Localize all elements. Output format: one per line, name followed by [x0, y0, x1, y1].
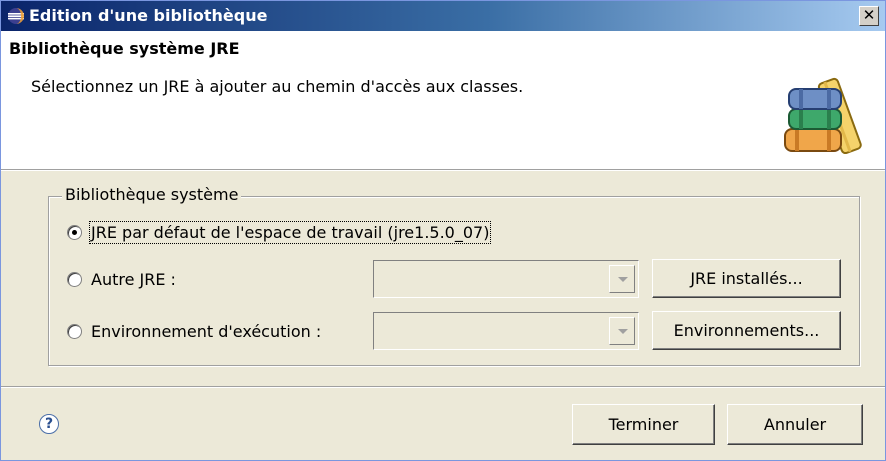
- finish-button[interactable]: Terminer: [572, 404, 715, 445]
- radio-option-default-jre[interactable]: JRE par défaut de l'espace de travail (j…: [67, 221, 492, 244]
- library-books-icon: [784, 77, 862, 155]
- cancel-button[interactable]: Annuler: [727, 404, 863, 445]
- radio-button[interactable]: [67, 225, 82, 240]
- banner-separator: [1, 169, 885, 171]
- page-title: Bibliothèque système JRE: [9, 39, 240, 58]
- radio-label-execution-env: Environnement d'exécution :: [91, 322, 322, 341]
- library-edit-dialog: Edition d'une bibliothèque ✕ Bibliothèqu…: [0, 0, 886, 461]
- help-icon[interactable]: ?: [39, 414, 59, 434]
- radio-button[interactable]: [67, 272, 82, 287]
- page-description: Sélectionnez un JRE à ajouter au chemin …: [31, 77, 524, 96]
- radio-option-execution-env[interactable]: Environnement d'exécution :: [67, 322, 321, 341]
- title-bar: Edition d'une bibliothèque ✕: [1, 1, 885, 31]
- eclipse-icon: [8, 8, 24, 24]
- execution-env-combo[interactable]: [373, 312, 639, 350]
- installed-jres-button[interactable]: JRE installés...: [652, 259, 841, 298]
- footer-separator: [1, 386, 885, 388]
- radio-button[interactable]: [67, 324, 82, 339]
- radio-label-other-jre: Autre JRE :: [91, 270, 176, 289]
- chevron-down-icon[interactable]: [609, 265, 635, 293]
- close-button[interactable]: ✕: [859, 6, 879, 26]
- environments-button[interactable]: Environnements...: [652, 311, 841, 350]
- chevron-down-icon[interactable]: [609, 317, 635, 345]
- group-legend: Bibliothèque système: [62, 185, 242, 204]
- radio-option-other-jre[interactable]: Autre JRE :: [67, 270, 176, 289]
- other-jre-combo[interactable]: [373, 260, 639, 298]
- radio-label-default-jre: JRE par défaut de l'espace de travail (j…: [88, 221, 492, 244]
- close-icon: ✕: [862, 6, 876, 24]
- window-title: Edition d'une bibliothèque: [29, 6, 268, 25]
